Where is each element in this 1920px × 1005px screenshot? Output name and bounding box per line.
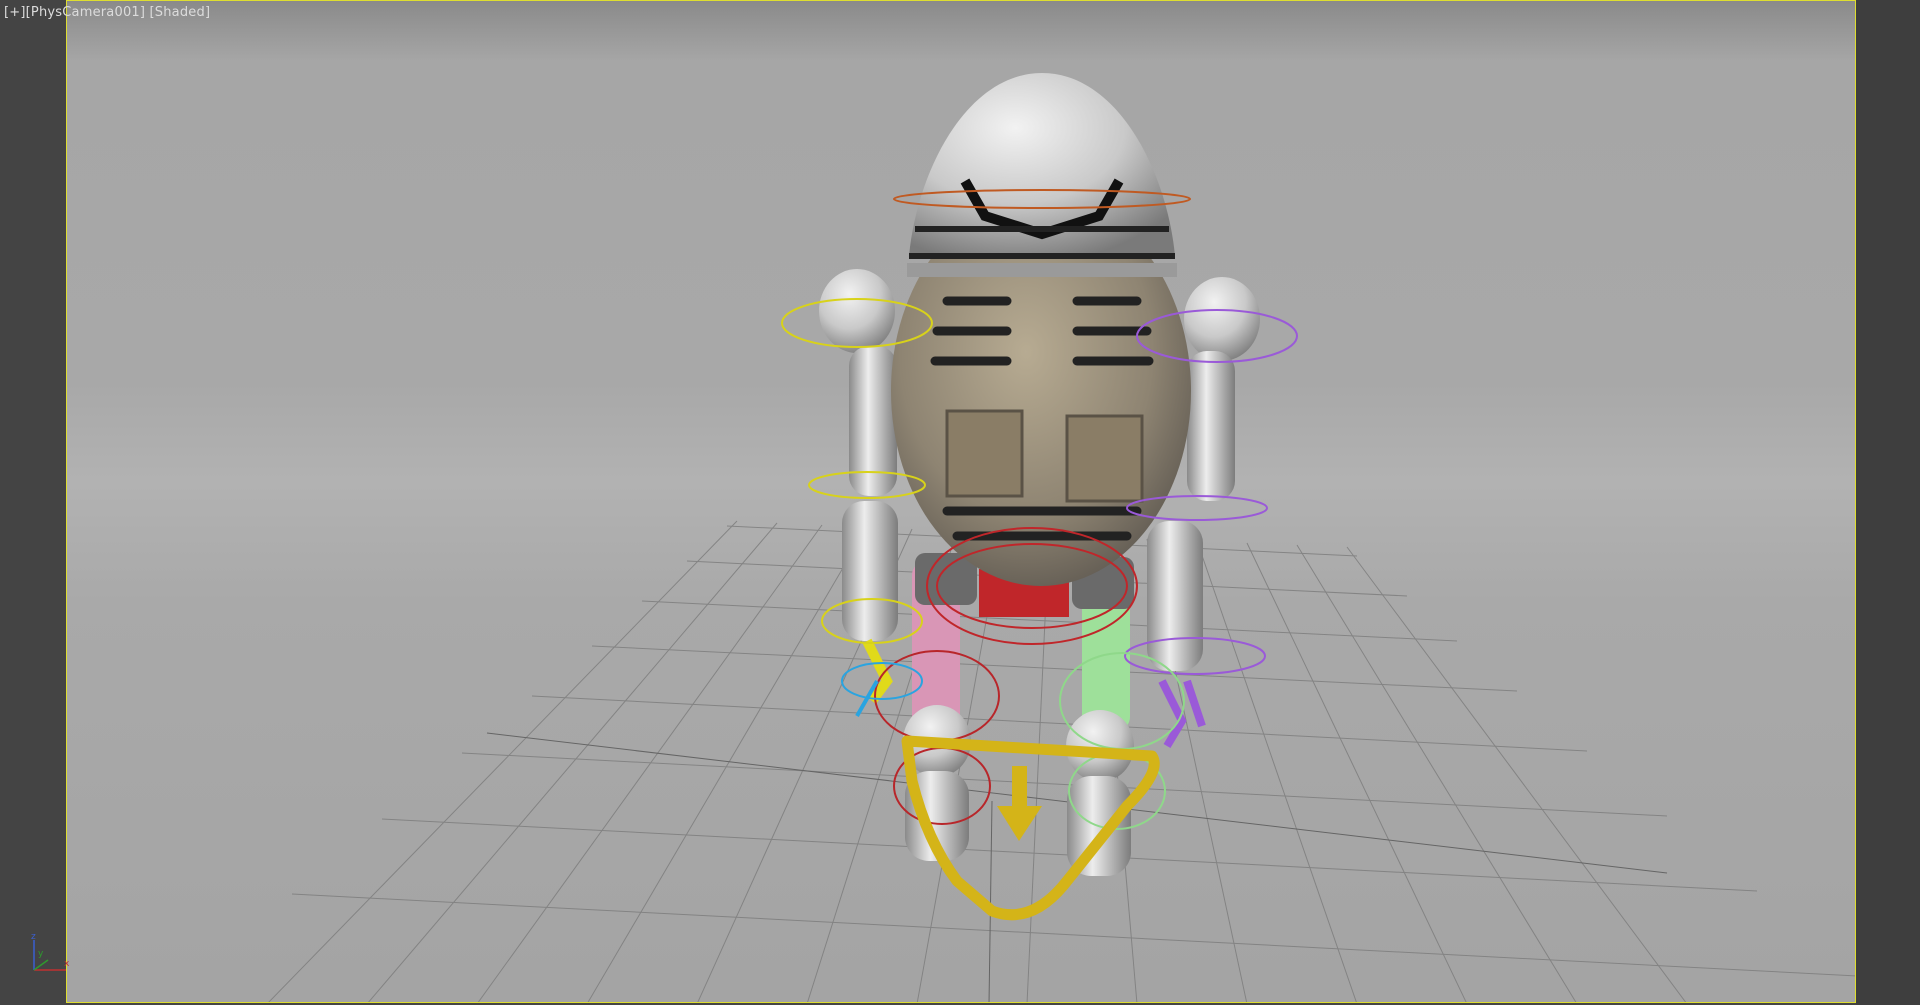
left-arm[interactable] — [819, 269, 898, 704]
perspective-viewport[interactable] — [66, 0, 1856, 1003]
viewport-label-bar: [+][PhysCamera001] [Shaded] — [4, 5, 210, 20]
shading-menu-label[interactable]: [Shaded] — [150, 5, 211, 20]
viewport-scene[interactable] — [67, 1, 1856, 1003]
camera-menu-label[interactable]: [PhysCamera001] — [26, 5, 146, 20]
axis-x-label: x — [64, 959, 70, 969]
axis-z-label: z — [31, 932, 36, 942]
axis-y-label: y — [38, 949, 44, 959]
viewport-side-panel — [1856, 0, 1920, 1005]
world-axis-gizmo: z y x — [31, 932, 70, 971]
3d-viewport-window: [+][PhysCamera001] [Shaded] z y x — [0, 0, 1920, 1005]
viewport-menu-label[interactable]: [+] — [4, 5, 26, 20]
robot-head[interactable] — [907, 73, 1177, 277]
